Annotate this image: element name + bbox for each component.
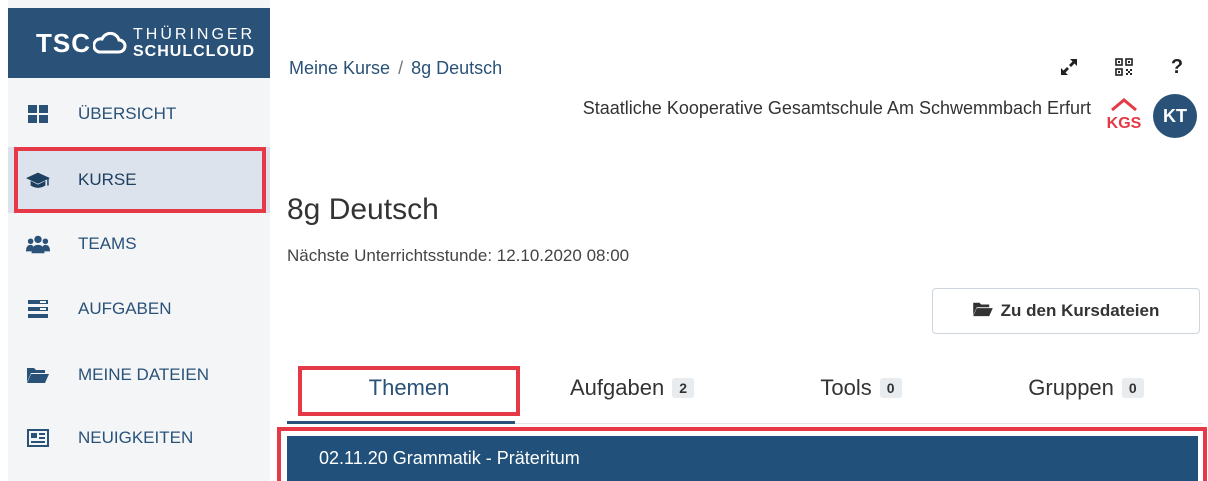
school-logo-text: KGS <box>1107 115 1142 132</box>
breadcrumb-root[interactable]: Meine Kurse <box>289 58 390 78</box>
highlight-frame-topic <box>277 427 1207 481</box>
tab-count-badge: 0 <box>879 378 902 398</box>
sidebar-item-aufgaben[interactable]: AUFGABEN <box>8 276 270 342</box>
breadcrumb-separator: / <box>398 58 404 78</box>
course-files-label: Zu den Kursdateien <box>1000 301 1160 320</box>
tab-label: Gruppen <box>1028 375 1114 400</box>
dashboard-icon <box>26 105 50 123</box>
page-title: 8g Deutsch <box>287 193 439 226</box>
logo-short: TSC <box>36 27 91 58</box>
tab-aufgaben[interactable]: Aufgaben 2 <box>552 368 712 408</box>
highlight-frame-kurse <box>14 147 266 213</box>
course-files-button[interactable]: Zu den Kursdateien <box>932 288 1200 334</box>
folder-open-icon <box>972 301 993 322</box>
next-lesson-text: Nächste Unterrichtsstunde: 12.10.2020 08… <box>287 246 630 265</box>
newspaper-icon <box>26 429 50 447</box>
logo-line2: SCHULCLOUD <box>133 43 255 60</box>
sidebar-item-label: ÜBERSICHT <box>78 104 177 123</box>
cloud-icon <box>93 31 127 54</box>
sidebar-item-label: TEAMS <box>78 234 137 253</box>
sidebar-item-neuigkeiten[interactable]: NEUIGKEITEN <box>8 405 270 471</box>
logo-brand: THÜRINGER SCHULCLOUD <box>133 26 255 60</box>
sidebar-item-label: NEUIGKEITEN <box>78 428 194 447</box>
sidebar-item-meine-dateien[interactable]: MEINE DATEIEN <box>8 342 270 408</box>
school-logo: KGS <box>1106 96 1142 139</box>
breadcrumb: Meine Kurse / 8g Deutsch <box>289 58 502 79</box>
expand-icon[interactable] <box>1056 54 1082 80</box>
left-gutter <box>0 0 8 481</box>
tab-count-badge: 2 <box>672 378 694 398</box>
breadcrumb-current[interactable]: 8g Deutsch <box>411 58 502 78</box>
active-tab-indicator <box>287 421 515 424</box>
tab-tools[interactable]: Tools 0 <box>806 368 916 408</box>
school-name: Staatliche Kooperative Gesamtschule Am S… <box>582 98 1091 118</box>
tasks-icon <box>26 300 50 318</box>
tab-count-badge: 0 <box>1121 378 1144 398</box>
sidebar-item-label: AUFGABEN <box>78 299 172 318</box>
logo-line1: THÜRINGER <box>133 26 256 43</box>
help-icon[interactable]: ? <box>1164 54 1190 80</box>
sidebar-item-teams[interactable]: TEAMS <box>8 211 270 277</box>
users-icon <box>26 234 50 254</box>
sidebar-item-uebersicht[interactable]: ÜBERSICHT <box>8 81 270 147</box>
sidebar-item-label: MEINE DATEIEN <box>78 365 209 384</box>
qr-code-icon[interactable] <box>1111 54 1137 80</box>
tab-gruppen[interactable]: Gruppen 0 <box>1016 368 1156 408</box>
avatar[interactable]: KT <box>1153 94 1197 138</box>
highlight-frame-themen <box>298 366 520 416</box>
tab-label: Aufgaben <box>570 375 665 400</box>
tab-label: Tools <box>820 375 872 400</box>
logo[interactable]: TSC THÜRINGER SCHULCLOUD <box>8 8 270 78</box>
sidebar: TSC THÜRINGER SCHULCLOUD ÜBERSICHT KURSE… <box>0 0 270 481</box>
folder-open-icon <box>26 366 50 384</box>
